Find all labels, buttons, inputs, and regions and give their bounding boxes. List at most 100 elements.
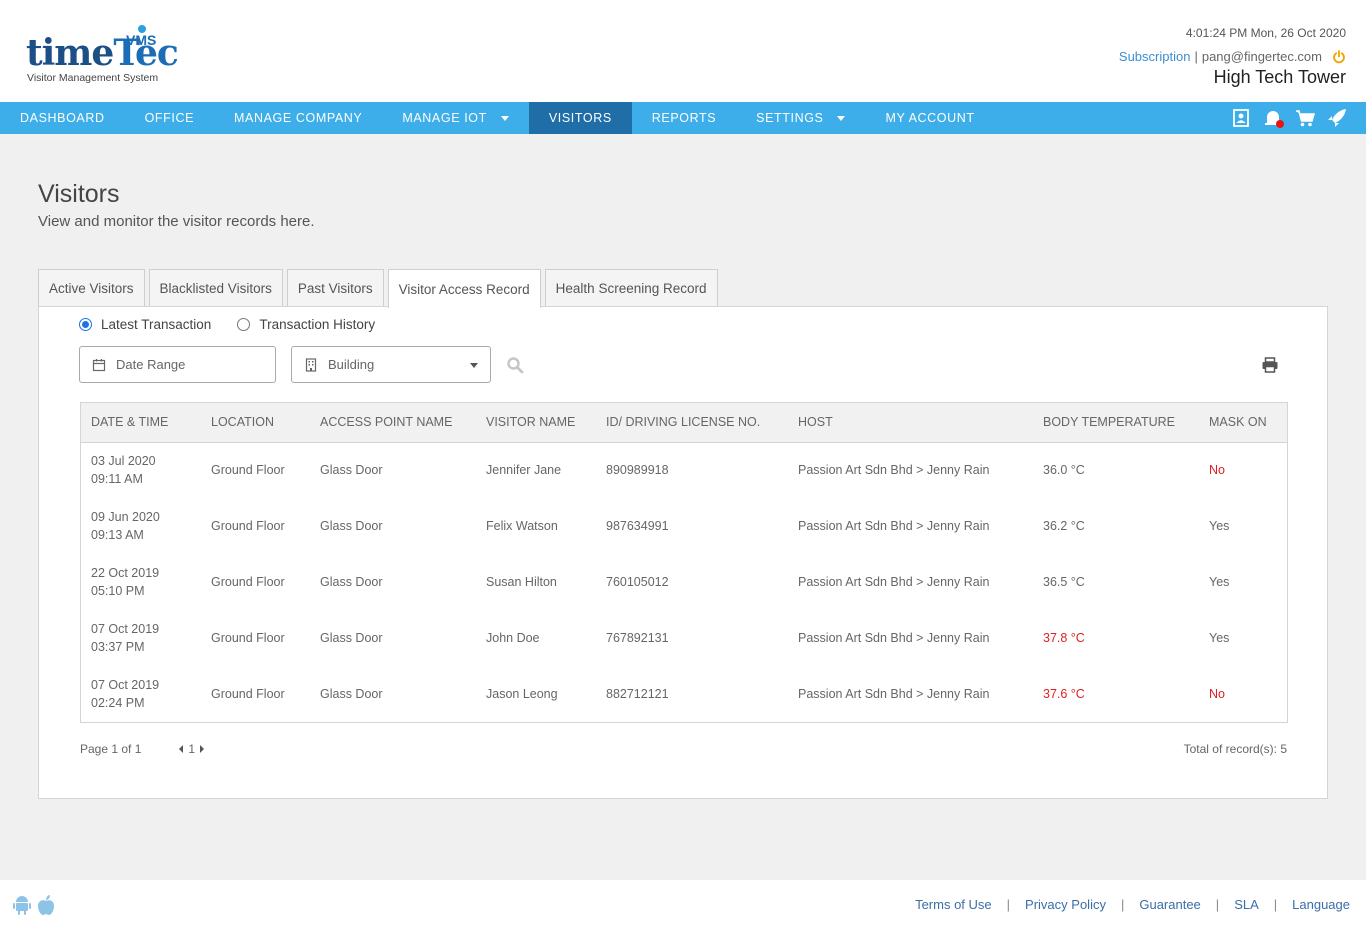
- cell-host: Passion Art Sdn Bhd > Jenny Rain: [798, 687, 990, 701]
- col-visitor-name: VISITOR NAME: [476, 403, 596, 443]
- footer-link-terms[interactable]: Terms of Use: [915, 897, 992, 912]
- access-record-table: DATE & TIME LOCATION ACCESS POINT NAME V…: [80, 402, 1288, 723]
- visitor-tabs: Active Visitors Blacklisted Visitors Pas…: [38, 269, 718, 308]
- cell-host: Passion Art Sdn Bhd > Jenny Rain: [798, 463, 990, 478]
- page-number[interactable]: 1: [188, 742, 195, 756]
- nav-office[interactable]: OFFICE: [125, 102, 214, 134]
- cell-body-temperature: 36.2 °C: [1043, 519, 1085, 533]
- apple-icon[interactable]: [36, 894, 56, 916]
- footer-link-language[interactable]: Language: [1292, 897, 1350, 912]
- table-row: 03 Jul 2020 09:11 AM Ground Floor Glass D…: [81, 442, 1287, 498]
- cell-location: Ground Floor: [211, 463, 285, 478]
- page-subtitle: View and monitor the visitor records her…: [38, 213, 315, 230]
- building-placeholder: Building: [328, 357, 375, 372]
- cell-access-point: Glass Door: [320, 575, 383, 589]
- chevron-down-icon: [470, 363, 478, 368]
- col-access-point: ACCESS POINT NAME: [310, 403, 476, 443]
- print-icon[interactable]: [1261, 356, 1279, 374]
- header-user-panel: 4:01:24 PM Mon, 26 Oct 2020 Subscription…: [1119, 26, 1346, 88]
- cell-date-time: 03 Jul 2020 09:11 AM: [91, 454, 156, 487]
- col-id-license: ID/ DRIVING LICENSE NO.: [596, 403, 788, 443]
- cell-id-license: 760105012: [606, 575, 669, 589]
- cell-date-time: 09 Jun 2020 09:13 AM: [91, 510, 160, 542]
- cart-icon[interactable]: [1294, 108, 1316, 128]
- next-page-icon[interactable]: [200, 745, 205, 753]
- table-row: 09 Jun 2020 09:13 AM Ground Floor Glass D…: [81, 498, 1287, 554]
- notification-dot: [1276, 120, 1284, 128]
- total-records: Total of record(s): 5: [1183, 742, 1287, 756]
- footer-link-sla[interactable]: SLA: [1234, 897, 1259, 912]
- android-icon[interactable]: [12, 894, 32, 916]
- chevron-down-icon: [500, 115, 509, 121]
- table-row: 07 Oct 2019 03:37 PM Ground Floor Glass D…: [81, 610, 1287, 666]
- pagination: Page 1 of 1 1: [80, 742, 205, 756]
- tab-visitor-access-record[interactable]: Visitor Access Record: [387, 269, 541, 308]
- cell-id-license: 890989918: [606, 463, 669, 478]
- cell-host: Passion Art Sdn Bhd > Jenny Rain: [798, 631, 990, 645]
- header-datetime: 4:01:24 PM Mon, 26 Oct 2020: [1185, 26, 1346, 40]
- nav-settings[interactable]: SETTINGS: [736, 102, 865, 134]
- cell-id-license: 882712121: [606, 687, 669, 701]
- nav-reports[interactable]: REPORTS: [632, 102, 736, 134]
- cell-host: Passion Art Sdn Bhd > Jenny Rain: [798, 519, 990, 533]
- notification-bell-icon[interactable]: [1262, 108, 1284, 128]
- cell-visitor-name: Jason Leong: [486, 687, 558, 701]
- table-header-row: DATE & TIME LOCATION ACCESS POINT NAME V…: [81, 403, 1287, 443]
- cell-id-license: 987634991: [606, 519, 669, 533]
- nav-manage-company[interactable]: MANAGE COMPANY: [214, 102, 382, 134]
- cell-body-temperature: 36.5 °C: [1043, 575, 1085, 589]
- radio-indicator[interactable]: [237, 318, 251, 331]
- rocket-icon[interactable]: [1326, 108, 1348, 128]
- prev-page-icon[interactable]: [179, 745, 184, 753]
- building-icon: [305, 357, 317, 372]
- date-range-placeholder: Date Range: [116, 357, 186, 372]
- tab-blacklisted-visitors[interactable]: Blacklisted Visitors: [148, 269, 283, 307]
- transaction-mode: Latest Transaction Transaction History: [79, 317, 375, 332]
- radio-indicator[interactable]: [79, 318, 92, 331]
- footer: Terms of Use | Privacy Policy | Guarante…: [0, 880, 1366, 930]
- cell-access-point: Glass Door: [320, 463, 383, 478]
- search-icon[interactable]: [506, 356, 524, 374]
- tab-health-screening-record[interactable]: Health Screening Record: [544, 269, 718, 307]
- cell-mask-on: Yes: [1209, 519, 1230, 533]
- footer-separator: |: [1006, 897, 1011, 912]
- nav-dashboard[interactable]: DASHBOARD: [0, 102, 125, 134]
- col-date-time: DATE & TIME: [81, 403, 201, 443]
- cell-location: Ground Floor: [211, 519, 285, 533]
- subscription-link[interactable]: Subscription: [1119, 49, 1191, 64]
- building-select[interactable]: Building: [291, 346, 491, 383]
- tab-active-visitors[interactable]: Active Visitors: [38, 269, 145, 307]
- main-nav: DASHBOARD OFFICE MANAGE COMPANY MANAGE I…: [0, 102, 1366, 134]
- footer-separator: |: [1273, 897, 1278, 912]
- footer-link-privacy[interactable]: Privacy Policy: [1025, 897, 1106, 912]
- app-store-links: [12, 894, 56, 916]
- table-row: 22 Oct 2019 05:10 PM Ground Floor Glass D…: [81, 554, 1287, 610]
- contact-card-icon[interactable]: [1230, 108, 1252, 128]
- radio-label: Latest Transaction: [101, 317, 212, 332]
- chevron-down-icon: [837, 115, 846, 121]
- radio-transaction-history[interactable]: Transaction History: [237, 317, 375, 332]
- radio-latest-transaction[interactable]: Latest Transaction: [79, 317, 211, 332]
- table-row: 07 Oct 2019 02:24 PM Ground Floor Glass D…: [81, 666, 1287, 722]
- footer-separator: |: [1215, 897, 1220, 912]
- page-info: Page 1 of 1: [80, 742, 142, 756]
- footer-link-guarantee[interactable]: Guarantee: [1139, 897, 1200, 912]
- cell-access-point: Glass Door: [320, 687, 383, 701]
- tab-past-visitors[interactable]: Past Visitors: [286, 269, 384, 307]
- logo-tagline: Visitor Management System: [27, 72, 159, 84]
- cell-access-point: Glass Door: [320, 519, 383, 533]
- power-icon[interactable]: [1332, 49, 1346, 64]
- user-email: pang@fingertec.com: [1201, 49, 1322, 64]
- nav-visitors[interactable]: VISITORS: [528, 102, 632, 134]
- nav-manage-iot[interactable]: MANAGE IOT: [382, 102, 528, 134]
- cell-body-temperature: 36.0 °C: [1043, 463, 1085, 478]
- col-host: HOST: [788, 403, 1033, 443]
- date-range-input[interactable]: Date Range: [79, 346, 276, 383]
- cell-visitor-name: John Doe: [486, 631, 540, 645]
- nav-my-account[interactable]: MY ACCOUNT: [865, 102, 994, 134]
- cell-access-point: Glass Door: [320, 631, 383, 645]
- cell-visitor-name: Felix Watson: [486, 519, 558, 533]
- tab-panel: Latest Transaction Transaction History D…: [38, 306, 1328, 799]
- cell-location: Ground Floor: [211, 687, 285, 701]
- timetec-logo[interactable]: timeTec VMS Visitor Management System: [26, 24, 186, 90]
